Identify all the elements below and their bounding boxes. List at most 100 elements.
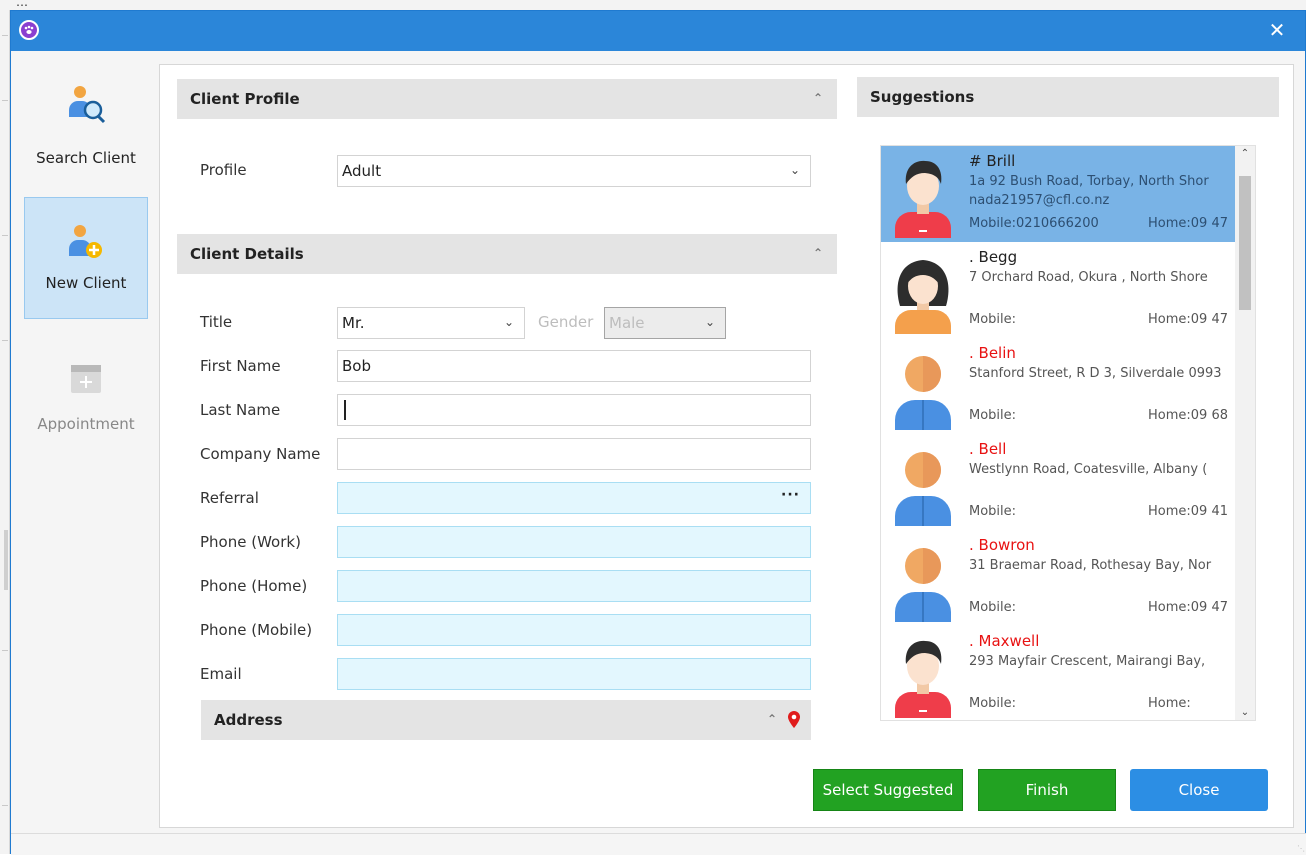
phone-home-label: Phone (Home)	[200, 577, 308, 595]
generic-avatar-icon	[895, 452, 951, 526]
chevron-down-icon: ⌄	[503, 315, 514, 329]
paw-app-icon	[19, 20, 39, 40]
title-bar: ✕	[11, 11, 1305, 51]
text-caret	[344, 400, 346, 420]
gender-label: Gender	[538, 313, 594, 331]
suggestion-item[interactable]: . Belin Stanford Street, R D 3, Silverda…	[881, 338, 1236, 434]
title-value: Mr.	[342, 314, 365, 332]
section-title: Client Profile	[190, 90, 300, 108]
scroll-thumb[interactable]	[1239, 176, 1251, 310]
first-name-field[interactable]: Bob	[337, 350, 811, 382]
title-select[interactable]: Mr. ⌄	[337, 307, 525, 339]
title-label: Title	[200, 313, 233, 331]
sidebar-item-appointment[interactable]: Appointment	[24, 333, 148, 455]
suggestion-item[interactable]: . Maxwell 293 Mayfair Crescent, Mairangi…	[881, 626, 1236, 720]
address-header[interactable]: Address ⌃	[201, 700, 811, 740]
suggestion-email: nada21957@cfl.co.nz	[969, 193, 1110, 208]
chevron-down-icon[interactable]: ⌄	[1235, 707, 1255, 718]
suggestion-address: Stanford Street, R D 3, Silverdale 0993	[969, 366, 1222, 381]
background-app-left-edge	[0, 10, 10, 854]
suggestion-home: Home:09 68	[1148, 408, 1228, 423]
sidebar-nav: Search Client New Client Appointment	[11, 51, 159, 855]
suggestion-mobile: Mobile:	[969, 504, 1017, 519]
suggestion-mobile: Mobile:0210666200	[969, 216, 1099, 231]
suggestion-name: . Bell	[969, 440, 1007, 458]
suggestions-scrollbar[interactable]: ⌃ ⌄	[1235, 146, 1255, 720]
chevron-up-icon[interactable]: ⌃	[1235, 148, 1255, 159]
male-avatar-icon	[895, 160, 951, 238]
resize-grip-icon[interactable]: ⋱	[1297, 844, 1305, 853]
suggestion-item[interactable]: . Bell Westlynn Road, Coatesville, Alban…	[881, 434, 1236, 530]
suggestion-name: . Begg	[969, 248, 1018, 266]
new-client-dialog: ✕ Search Client New Client Appointment C…	[10, 10, 1306, 855]
suggestion-mobile: Mobile:	[969, 696, 1017, 711]
company-name-field[interactable]	[337, 438, 811, 470]
chevron-up-icon[interactable]: ⌃	[813, 246, 823, 260]
referral-label: Referral	[200, 489, 259, 507]
suggestion-mobile: Mobile:	[969, 312, 1017, 327]
suggestion-home: Home:	[1148, 696, 1191, 711]
suggestion-item[interactable]: # Brill 1a 92 Bush Road, Torbay, North S…	[881, 146, 1236, 242]
background-app-strip: …	[0, 0, 1306, 10]
calendar-add-icon	[71, 365, 101, 393]
female-avatar-icon	[895, 260, 951, 334]
window-close-button[interactable]: ✕	[1265, 18, 1289, 42]
email-label: Email	[200, 665, 242, 683]
referral-browse-button[interactable]: ···	[781, 487, 800, 503]
male-avatar-icon	[895, 640, 951, 718]
first-name-label: First Name	[200, 357, 281, 375]
suggestion-name: . Bowron	[969, 536, 1035, 554]
suggestion-home: Home:09 47	[1148, 312, 1228, 327]
company-name-label: Company Name	[200, 445, 321, 463]
suggestions-list[interactable]: # Brill 1a 92 Bush Road, Torbay, North S…	[880, 145, 1256, 721]
background-title-fragment: …	[16, 0, 29, 9]
suggestion-item[interactable]: . Begg 7 Orchard Road, Okura , North Sho…	[881, 242, 1236, 338]
sidebar-item-label: Search Client	[36, 149, 136, 167]
suggestion-name: # Brill	[969, 152, 1016, 170]
suggestion-home: Home:09 47	[1148, 600, 1228, 615]
profile-label: Profile	[200, 161, 247, 179]
section-title: Address	[214, 711, 283, 729]
finish-button[interactable]: Finish	[978, 769, 1116, 811]
sidebar-item-label: New Client	[45, 274, 127, 292]
phone-work-label: Phone (Work)	[200, 533, 301, 551]
section-title: Suggestions	[870, 88, 975, 106]
suggestion-item[interactable]: . Bowron 31 Braemar Road, Rothesay Bay, …	[881, 530, 1236, 626]
phone-mobile-field[interactable]	[337, 614, 811, 646]
suggestion-address: 31 Braemar Road, Rothesay Bay, Nor	[969, 558, 1212, 573]
referral-field[interactable]: ···	[337, 482, 811, 514]
search-client-icon	[69, 86, 106, 124]
chevron-up-icon[interactable]: ⌃	[767, 712, 777, 726]
suggestion-mobile: Mobile:	[969, 408, 1017, 423]
chevron-down-icon: ⌄	[789, 163, 800, 177]
phone-mobile-label: Phone (Mobile)	[200, 621, 313, 639]
last-name-label: Last Name	[200, 401, 281, 419]
section-title: Client Details	[190, 245, 304, 263]
phone-work-field[interactable]	[337, 526, 811, 558]
generic-avatar-icon	[895, 548, 951, 622]
status-bar: ⋱	[11, 833, 1306, 855]
select-suggested-button[interactable]: Select Suggested	[813, 769, 963, 811]
suggestions-header: Suggestions	[857, 77, 1279, 117]
suggestion-home: Home:09 41	[1148, 504, 1228, 519]
close-button[interactable]: Close	[1130, 769, 1268, 811]
map-pin-icon[interactable]	[787, 710, 801, 730]
client-details-header[interactable]: Client Details ⌃	[177, 234, 837, 274]
suggestion-address: 7 Orchard Road, Okura , North Shore	[969, 270, 1208, 285]
profile-select[interactable]: Adult ⌄	[337, 155, 811, 187]
suggestion-address: 1a 92 Bush Road, Torbay, North Shor	[969, 174, 1209, 189]
suggestion-mobile: Mobile:	[969, 600, 1017, 615]
gender-select: Male ⌄	[604, 307, 726, 339]
client-profile-header[interactable]: Client Profile ⌃	[177, 79, 837, 119]
last-name-field[interactable]	[337, 394, 811, 426]
sidebar-item-new-client[interactable]: New Client	[24, 197, 148, 319]
sidebar-item-search-client[interactable]: Search Client	[24, 59, 148, 181]
gender-value: Male	[609, 314, 645, 332]
email-field[interactable]	[337, 658, 811, 690]
first-name-value: Bob	[342, 357, 371, 375]
suggestion-name: . Maxwell	[969, 632, 1040, 650]
sidebar-item-label: Appointment	[37, 415, 135, 433]
chevron-down-icon: ⌄	[704, 315, 715, 329]
phone-home-field[interactable]	[337, 570, 811, 602]
chevron-up-icon[interactable]: ⌃	[813, 91, 823, 105]
